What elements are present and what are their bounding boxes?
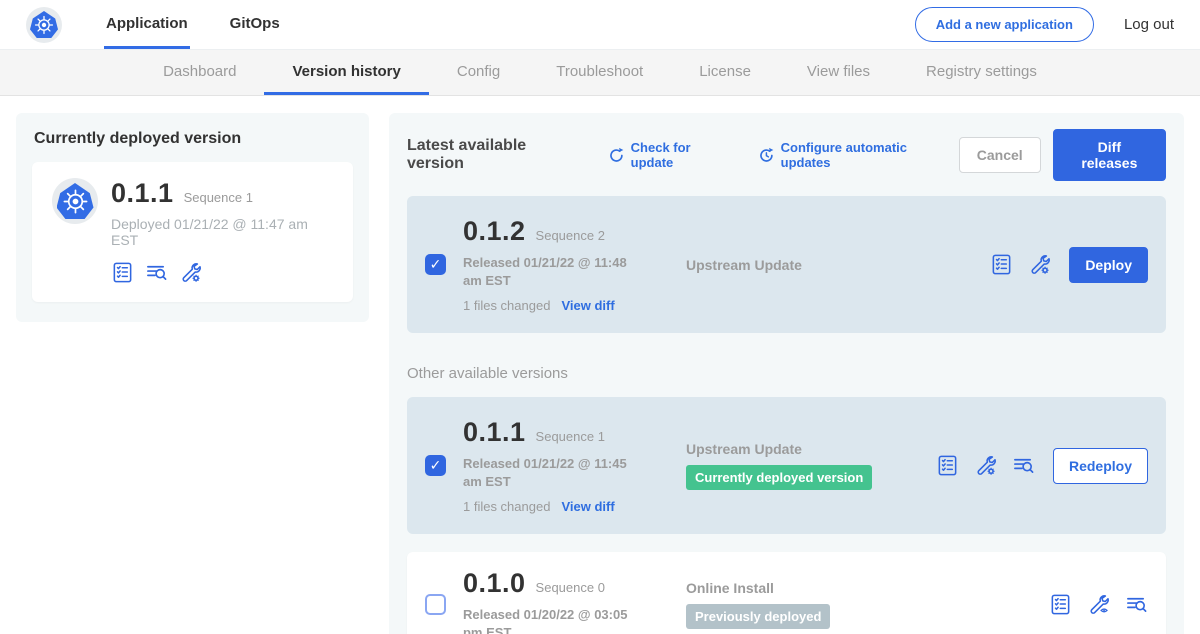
deployed-version-number: 0.1.1 bbox=[111, 178, 174, 209]
version-checkbox[interactable]: ✓ bbox=[425, 455, 446, 476]
preflight-checklist-icon[interactable] bbox=[990, 253, 1013, 276]
version-sequence: Sequence 0 bbox=[536, 580, 605, 595]
version-source: Upstream Update bbox=[686, 257, 936, 273]
other-available-versions-label: Other available versions bbox=[407, 365, 1166, 382]
released-timestamp: Released 01/21/22 @ 11:48 am EST bbox=[463, 254, 648, 289]
version-sequence: Sequence 2 bbox=[536, 228, 605, 243]
view-logs-icon[interactable] bbox=[145, 261, 168, 284]
version-number: 0.1.1 bbox=[463, 417, 526, 448]
main-content: Currently deployed version bbox=[0, 96, 1200, 634]
version-card-0.1.2: ✓ 0.1.2 Sequence 2 Released 01/21/22 @ 1… bbox=[407, 196, 1166, 333]
scheduled-update-icon bbox=[758, 147, 775, 164]
redeploy-button[interactable]: Redeploy bbox=[1053, 448, 1148, 484]
kubernetes-wheel-icon bbox=[30, 11, 58, 38]
configure-automatic-updates-link[interactable]: Configure automatic updates bbox=[758, 140, 959, 170]
tab-view-files[interactable]: View files bbox=[779, 50, 898, 95]
deployed-timestamp: Deployed 01/21/22 @ 11:47 am EST bbox=[111, 216, 333, 248]
tab-config[interactable]: Config bbox=[429, 50, 528, 95]
version-checkbox[interactable]: ✓ bbox=[425, 254, 446, 275]
version-card-0.1.0: 0.1.0 Sequence 0 Released 01/20/22 @ 03:… bbox=[407, 552, 1166, 634]
preflight-checklist-icon[interactable] bbox=[111, 261, 134, 284]
version-checkbox[interactable] bbox=[425, 594, 446, 615]
refresh-icon bbox=[608, 147, 625, 164]
version-source: Upstream Update bbox=[686, 441, 936, 457]
logout-link[interactable]: Log out bbox=[1124, 16, 1174, 33]
latest-available-title: Latest available version bbox=[407, 137, 586, 173]
tab-registry-settings[interactable]: Registry settings bbox=[898, 50, 1065, 95]
available-versions-panel: Latest available version Check for updat… bbox=[389, 113, 1184, 634]
released-timestamp: Released 01/21/22 @ 11:45 am EST bbox=[463, 455, 648, 490]
kubernetes-wheel-icon bbox=[57, 183, 94, 219]
currently-deployed-title: Currently deployed version bbox=[34, 130, 351, 148]
tab-troubleshoot[interactable]: Troubleshoot bbox=[528, 50, 671, 95]
deployed-version-card: 0.1.1 Sequence 1 Deployed 01/21/22 @ 11:… bbox=[32, 162, 353, 302]
view-config-wrench-eye-icon[interactable] bbox=[1087, 593, 1110, 616]
deployed-sequence: Sequence 1 bbox=[184, 190, 253, 205]
view-diff-link[interactable]: View diff bbox=[561, 499, 614, 514]
tab-license[interactable]: License bbox=[671, 50, 779, 95]
edit-config-wrench-gear-icon[interactable] bbox=[974, 454, 997, 477]
version-card-0.1.1: ✓ 0.1.1 Sequence 1 Released 01/21/22 @ 1… bbox=[407, 397, 1166, 534]
tab-gitops[interactable]: GitOps bbox=[228, 0, 282, 49]
released-timestamp: Released 01/20/22 @ 03:05 pm EST bbox=[463, 606, 648, 634]
view-logs-icon[interactable] bbox=[1012, 454, 1035, 477]
deploy-button[interactable]: Deploy bbox=[1069, 247, 1148, 283]
edit-config-wrench-gear-icon[interactable] bbox=[1028, 253, 1051, 276]
tab-application[interactable]: Application bbox=[104, 0, 190, 49]
version-number: 0.1.2 bbox=[463, 216, 526, 247]
sub-nav: Dashboard Version history Config Trouble… bbox=[0, 50, 1200, 96]
diff-releases-button[interactable]: Diff releases bbox=[1053, 129, 1166, 181]
preflight-checklist-icon[interactable] bbox=[936, 454, 959, 477]
edit-config-wrench-gear-icon[interactable] bbox=[179, 261, 202, 284]
preflight-checklist-icon[interactable] bbox=[1049, 593, 1072, 616]
top-nav-tabs: Application GitOps bbox=[104, 0, 320, 49]
files-changed-label: 1 files changed bbox=[463, 298, 550, 313]
tab-version-history[interactable]: Version history bbox=[264, 50, 428, 95]
check-for-update-link[interactable]: Check for update bbox=[608, 140, 736, 170]
cancel-button[interactable]: Cancel bbox=[959, 137, 1041, 173]
app-logo bbox=[26, 0, 62, 49]
version-number: 0.1.0 bbox=[463, 568, 526, 599]
tab-dashboard[interactable]: Dashboard bbox=[135, 50, 264, 95]
top-nav: Application GitOps Add a new application… bbox=[0, 0, 1200, 50]
previously-deployed-badge: Previously deployed bbox=[686, 604, 830, 629]
version-source: Online Install bbox=[686, 580, 936, 596]
version-sequence: Sequence 1 bbox=[536, 429, 605, 444]
currently-deployed-panel: Currently deployed version bbox=[16, 113, 369, 322]
view-logs-icon[interactable] bbox=[1125, 593, 1148, 616]
files-changed-label: 1 files changed bbox=[463, 499, 550, 514]
add-new-application-button[interactable]: Add a new application bbox=[915, 7, 1094, 42]
view-diff-link[interactable]: View diff bbox=[561, 298, 614, 313]
currently-deployed-badge: Currently deployed version bbox=[686, 465, 872, 490]
